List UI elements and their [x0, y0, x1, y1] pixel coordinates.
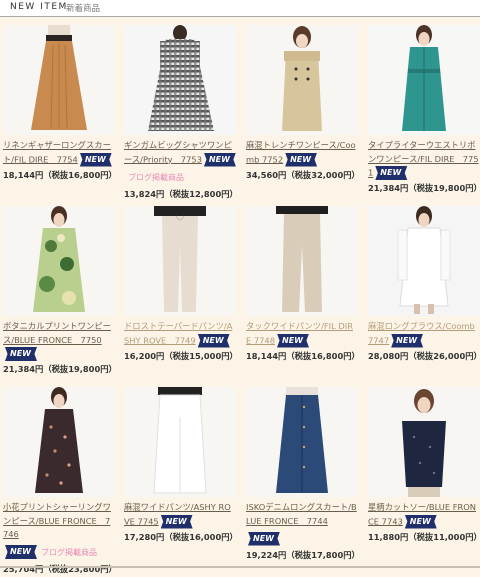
product-card[interactable]: 小花プリントシャーリングワンピース/BLUE FRONCE 7746 NEW ブロ… — [3, 387, 117, 575]
new-badge: NEW — [5, 347, 37, 361]
product-card[interactable]: ISKOデニムロングスカート/BLUE FRONCE 7744 NEW 19,2… — [246, 387, 360, 561]
product-photo[interactable] — [124, 206, 236, 316]
product-card[interactable]: ギンガムビッグシャツワンピース/Priority 7753 NEW ブログ掲載商品… — [124, 25, 238, 200]
product-photo[interactable] — [368, 25, 480, 135]
product-photo[interactable] — [3, 25, 115, 135]
product-price: 18,144円（税抜16,800円） — [246, 350, 360, 361]
product-photo[interactable] — [3, 387, 115, 497]
product-price: 16,200円（税抜15,000円） — [124, 350, 238, 361]
product-card[interactable]: タックワイドパンツ/FIL DIRE 7748 NEW 18,144円（税抜16,… — [246, 206, 360, 362]
product-card[interactable]: ボタニカルプリントワンピース/BLUE FRONCE 7750 NEW 21,38… — [3, 206, 117, 375]
product-photo[interactable] — [368, 206, 480, 316]
new-badge: NEW — [5, 545, 37, 559]
new-badge: NEW — [375, 166, 408, 180]
product-photo[interactable] — [246, 25, 358, 135]
product-photo[interactable] — [368, 387, 480, 497]
new-badge: NEW — [160, 514, 193, 529]
product-card[interactable]: タイプライターウエストリボンワンピース/FIL DIRE 7751 NEW 21,… — [368, 25, 480, 194]
product-price: 34,560円（税抜32,000円） — [246, 169, 360, 180]
product-price: 21,384円（税抜19,800円） — [3, 364, 117, 374]
blog-featured-label: ブログ掲載商品 — [128, 172, 184, 182]
new-badge: NEW — [285, 152, 318, 167]
product-price: 21,384円（税抜19,800円） — [368, 183, 480, 193]
product-name[interactable]: ボタニカルプリントワンピース/BLUE FRONCE 7750 — [3, 321, 111, 345]
section-title: NEW ITEM — [10, 2, 68, 12]
new-badge: NEW — [404, 514, 437, 529]
section-header: NEW ITEM 新着商品 — [0, 0, 480, 17]
new-badge: NEW — [79, 152, 112, 167]
new-badge: NEW — [197, 333, 230, 348]
product-photo[interactable] — [124, 25, 236, 135]
product-price: 17,280円（税抜16,000円） — [124, 531, 238, 542]
product-price: 11,880円（税抜11,000円） — [368, 531, 480, 542]
new-badge: NEW — [277, 333, 309, 348]
product-price: 13,824円（税抜12,800円） — [124, 188, 238, 199]
product-price: 28,080円（税抜26,000円） — [368, 350, 480, 361]
product-name[interactable]: 小花プリントシャーリングワンピース/BLUE FRONCE 7746 — [3, 502, 111, 539]
product-photo[interactable] — [3, 206, 115, 316]
product-name[interactable]: ISKOデニムロングスカート/BLUE FRONCE 7744 — [246, 502, 357, 526]
blog-featured-label: ブログ掲載商品 — [40, 547, 97, 557]
new-badge: NEW — [248, 531, 280, 546]
product-card[interactable]: ドロストテーパードパンツ/ASHY ROVE 7749 NEW 16,200円（税… — [124, 206, 238, 362]
product-card[interactable]: リネンギャザーロングスカート/FIL DIRE 7754 NEW 18,144円（… — [3, 25, 117, 181]
product-card[interactable]: 麻混ワイドパンツ/ASHY ROVE 7745 NEW 17,280円（税抜16,… — [124, 387, 238, 543]
product-name[interactable]: 麻混ロングブラウス/Coomb 7747 — [368, 321, 475, 345]
product-card[interactable]: 星柄カットソー/BLUE FRONCE 7743 NEW 11,880円（税抜11… — [368, 387, 480, 543]
new-badge: NEW — [391, 333, 424, 348]
footer-divider — [0, 566, 480, 568]
product-card[interactable]: 麻混ロングブラウス/Coomb 7747 NEW 28,080円（税抜26,000… — [368, 206, 480, 362]
new-badge: NEW — [203, 152, 236, 167]
product-grid: リネンギャザーロングスカート/FIL DIRE 7754 NEW 18,144円（… — [0, 25, 480, 577]
section-subtitle: 新着商品 — [66, 4, 101, 14]
product-photo[interactable] — [124, 387, 236, 497]
product-card[interactable]: 麻混トレンチワンピース/Coomb 7752 NEW 34,560円（税抜32,0… — [246, 25, 360, 181]
product-photo[interactable] — [246, 206, 358, 316]
product-photo[interactable] — [246, 387, 358, 497]
product-price: 18,144円（税抜16,800円） — [3, 169, 117, 180]
product-price: 19,224円（税抜17,800円） — [246, 550, 360, 560]
